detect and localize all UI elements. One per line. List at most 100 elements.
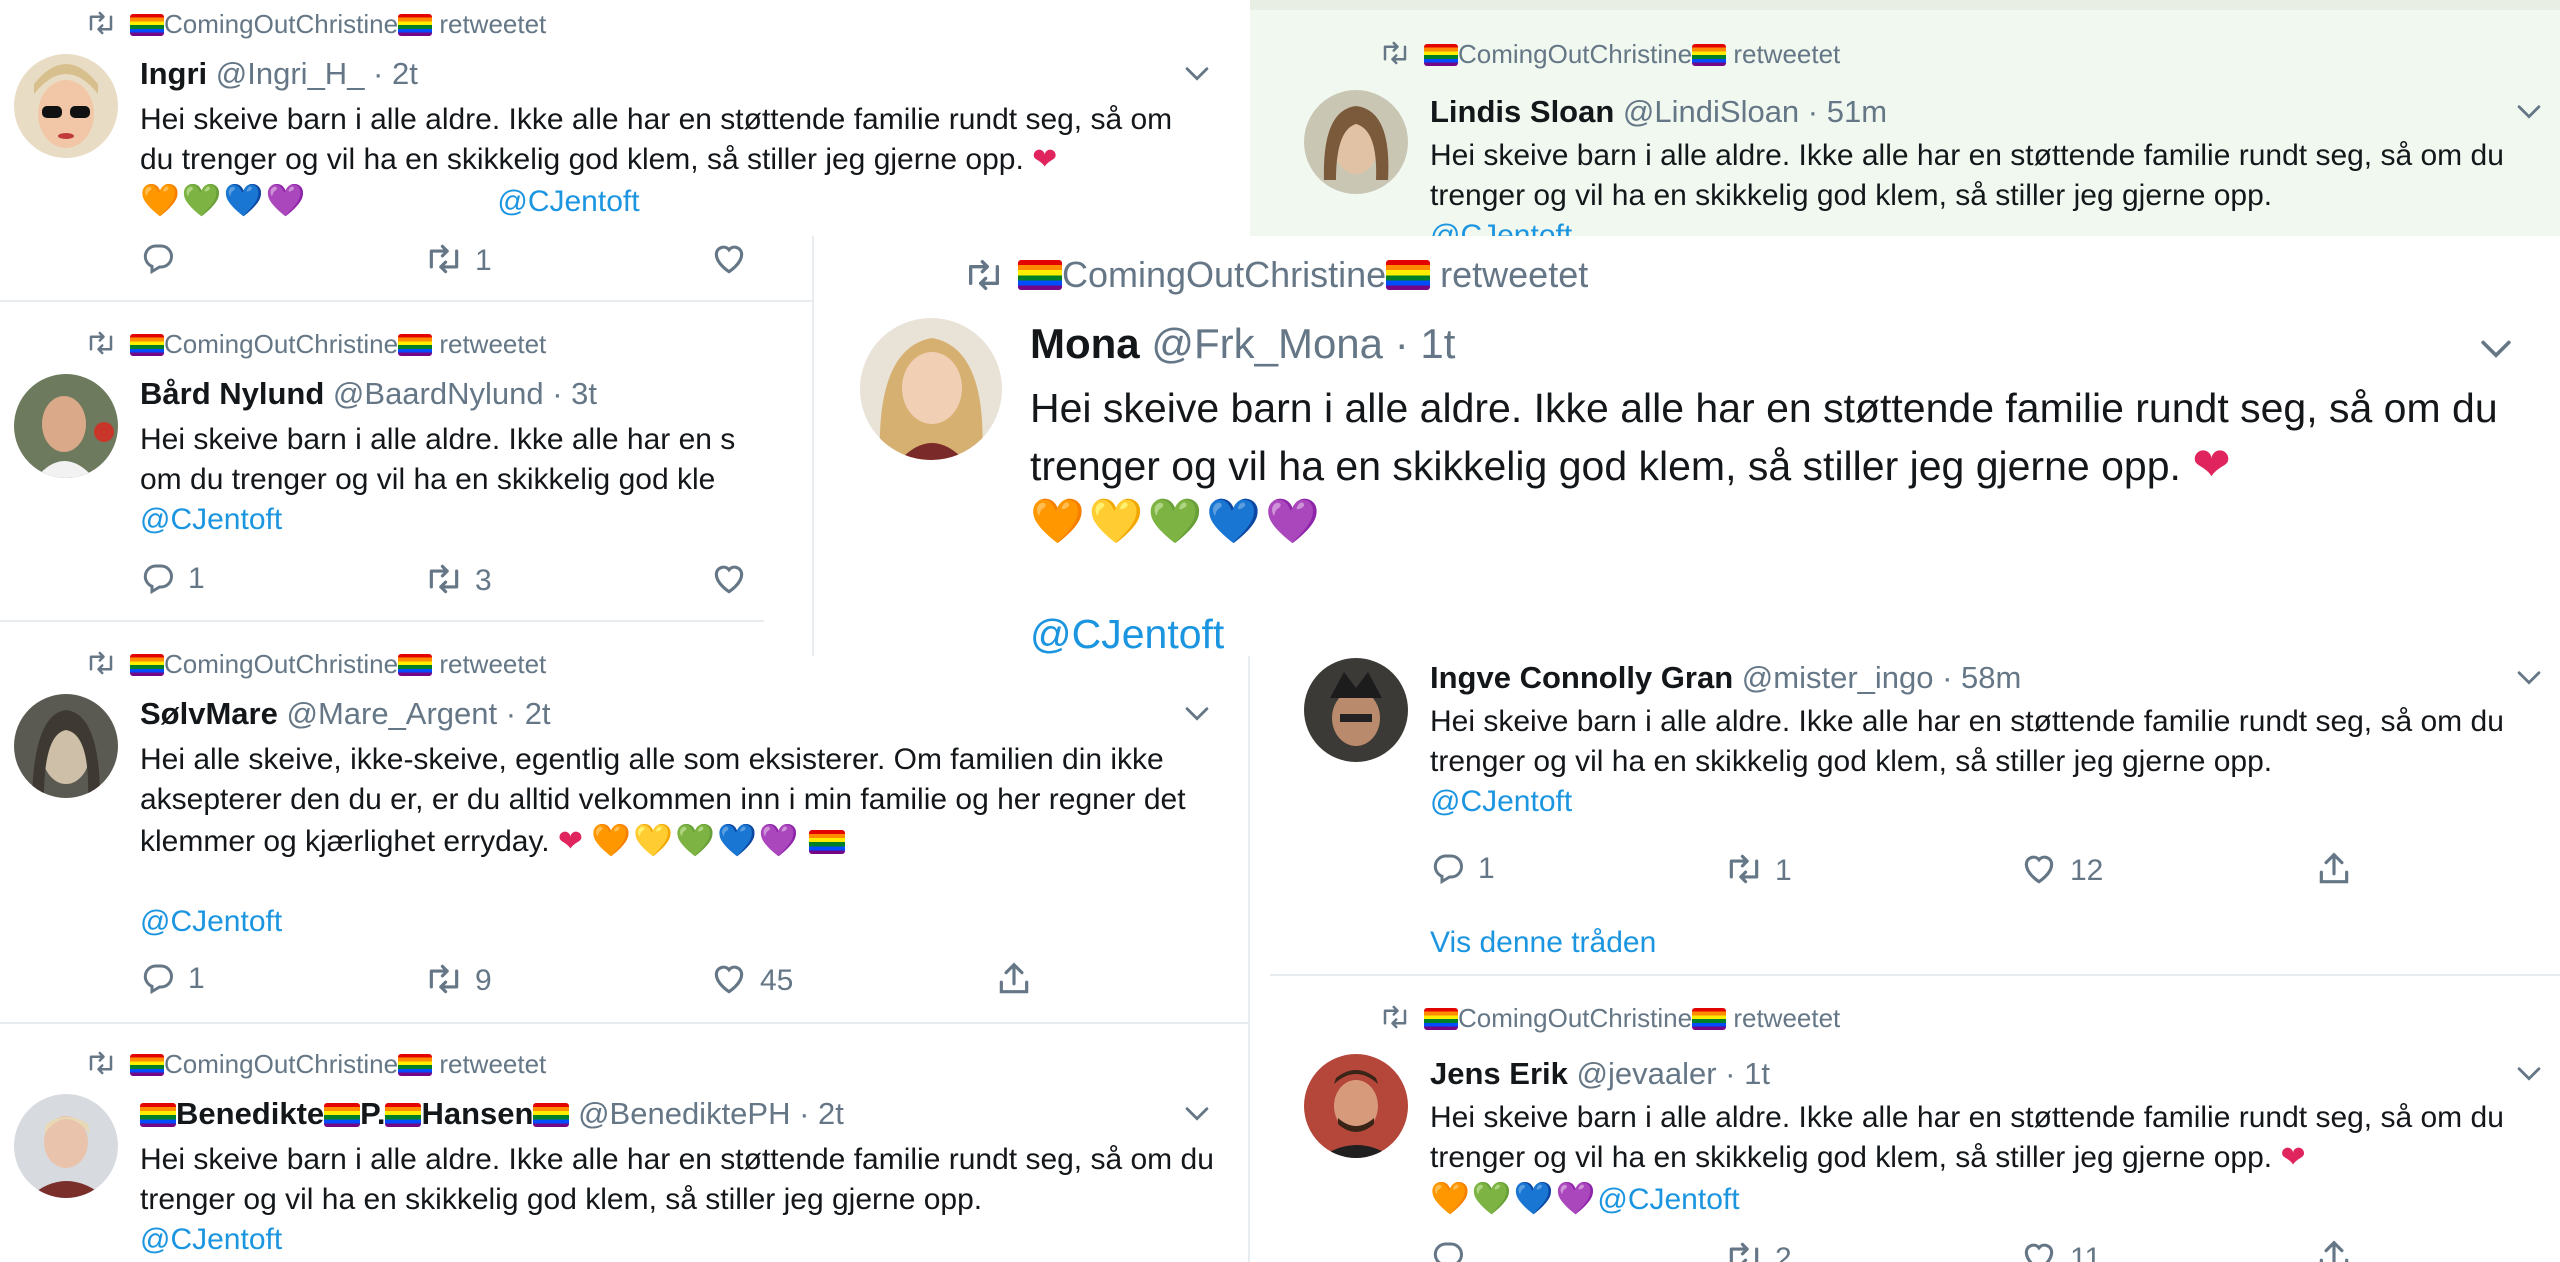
handle-time[interactable]: @BaardNylund · 3t bbox=[333, 376, 597, 411]
retweeted-word: retweetet bbox=[439, 329, 547, 359]
retweet-button[interactable]: 9 bbox=[425, 960, 492, 998]
mention-link[interactable]: @CJentoft bbox=[140, 503, 282, 536]
tweet-text-content: Hei skeive barn i alle aldre. Ikke alle … bbox=[1430, 705, 2504, 778]
handle-time[interactable]: @BenediktePH · 2t bbox=[578, 1096, 844, 1131]
share-button[interactable] bbox=[2315, 850, 2365, 888]
tweet-text-content: Hei skeive barn i alle aldre. Ikke alle … bbox=[140, 103, 1173, 176]
retweeter-name: ComingOutChristine bbox=[164, 649, 399, 679]
display-name[interactable]: Jens Erik bbox=[1430, 1056, 1568, 1091]
retweeter-name: ComingOutChristine bbox=[1458, 1003, 1693, 1033]
pride-flag-icon bbox=[1692, 44, 1727, 66]
red-heart-icon: ❤ bbox=[1032, 143, 1058, 176]
retweet-icon bbox=[1725, 1238, 1763, 1262]
show-thread-link[interactable]: Vis denne tråden bbox=[1430, 926, 1656, 960]
retweet-button[interactable]: 2 bbox=[1725, 1238, 1792, 1262]
retweet-context: ComingOutChristine retweetet bbox=[1380, 1002, 1840, 1034]
chevron-down-icon[interactable] bbox=[1180, 696, 1214, 730]
display-name[interactable]: Ingve Connolly Gran bbox=[1430, 660, 1733, 695]
reply-button[interactable]: 1 bbox=[1430, 850, 1495, 886]
tweet-text: Hei skeive barn i alle aldre. Ikke alle … bbox=[1430, 702, 2540, 822]
display-name[interactable]: Bård Nylund bbox=[140, 376, 324, 411]
pride-flag-icon bbox=[130, 14, 164, 36]
retweet-icon bbox=[86, 8, 116, 38]
pride-flag-icon bbox=[1424, 1008, 1458, 1030]
chevron-down-icon[interactable] bbox=[1180, 56, 1214, 90]
reply-button[interactable] bbox=[140, 240, 188, 276]
chevron-down-icon[interactable] bbox=[1180, 1096, 1214, 1130]
like-button[interactable]: 45 bbox=[710, 960, 793, 998]
like-button[interactable]: 11 bbox=[2020, 1238, 2101, 1262]
display-name[interactable]: Lindis Sloan bbox=[1430, 94, 1614, 129]
like-button[interactable] bbox=[710, 560, 760, 598]
handle-time[interactable]: @Mare_Argent · 2t bbox=[286, 696, 550, 731]
retweet-button[interactable]: 1 bbox=[1725, 850, 1792, 888]
retweet-icon bbox=[425, 240, 463, 278]
tweet-header: Bård Nylund @BaardNylund · 3t bbox=[140, 376, 597, 412]
mention-link[interactable]: @CJentoft bbox=[1030, 611, 1224, 656]
display-name-part[interactable]: Hansen bbox=[421, 1096, 533, 1131]
retweet-icon bbox=[86, 328, 116, 358]
avatar[interactable] bbox=[1304, 90, 1408, 194]
mention-link[interactable]: @CJentoft bbox=[1597, 1183, 1739, 1216]
display-name-part[interactable]: Benedikte bbox=[176, 1096, 324, 1131]
reply-count: 1 bbox=[188, 562, 205, 595]
tweet-lindis[interactable]: ComingOutChristine retweetet Lindis Sloa… bbox=[1250, 0, 2560, 248]
pride-flag-icon bbox=[808, 830, 845, 854]
tweet-header: Benedikte P. Hansen @BenediktePH · 2t bbox=[140, 1096, 844, 1132]
avatar[interactable] bbox=[14, 1094, 118, 1198]
reply-icon bbox=[140, 240, 176, 276]
tweet-jens[interactable]: ComingOutChristine retweetet Jens Erik @… bbox=[1270, 976, 2560, 1262]
display-name[interactable]: Ingri bbox=[140, 56, 207, 91]
avatar[interactable] bbox=[14, 694, 118, 798]
tweet-text: Hei skeive barn i alle aldre. Ikke alle … bbox=[1430, 1098, 2540, 1220]
handle-time[interactable]: @LindiSloan · 51m bbox=[1623, 94, 1887, 129]
like-button[interactable]: 12 bbox=[2020, 850, 2103, 888]
display-name[interactable]: Mona bbox=[1030, 320, 1140, 367]
tweet-baard[interactable]: ComingOutChristine retweetet Bård Nylund… bbox=[0, 302, 764, 622]
avatar[interactable] bbox=[14, 54, 118, 158]
chevron-down-icon[interactable] bbox=[2512, 1056, 2546, 1090]
tweet-solvmare[interactable]: ComingOutChristine retweetet SølvMare @M… bbox=[0, 622, 1248, 1024]
handle-time[interactable]: @jevaaler · 1t bbox=[1577, 1056, 1770, 1091]
retweet-icon bbox=[86, 1048, 116, 1078]
mention-link[interactable]: @CJentoft bbox=[140, 1223, 282, 1256]
share-button[interactable] bbox=[995, 960, 1045, 998]
chevron-down-icon[interactable] bbox=[2512, 94, 2546, 128]
retweet-button[interactable]: 3 bbox=[425, 560, 492, 598]
avatar[interactable] bbox=[1304, 1054, 1408, 1158]
reply-icon bbox=[140, 560, 176, 596]
like-button[interactable] bbox=[710, 240, 760, 278]
reply-button[interactable]: 1 bbox=[140, 560, 205, 596]
tweet-mona[interactable]: ComingOutChristine retweetet Mona @Frk_M… bbox=[812, 236, 2560, 656]
avatar[interactable] bbox=[14, 374, 118, 478]
retweeter-name: ComingOutChristine bbox=[1062, 254, 1387, 295]
tweet-benedikte[interactable]: ComingOutChristine retweetet Benedikte P.… bbox=[0, 1024, 1248, 1262]
handle-time[interactable]: @Ingri_H_ · 2t bbox=[216, 56, 418, 91]
reply-button[interactable]: 1 bbox=[140, 960, 205, 996]
mention-link[interactable]: @CJentoft bbox=[497, 185, 639, 218]
share-icon bbox=[995, 960, 1033, 998]
avatar[interactable] bbox=[1304, 658, 1408, 762]
tweet-ingve[interactable]: Ingve Connolly Gran @mister_ingo · 58m H… bbox=[1270, 640, 2560, 976]
display-name-part[interactable]: P. bbox=[360, 1096, 385, 1131]
pride-flag-icon bbox=[130, 1054, 164, 1076]
avatar[interactable] bbox=[860, 318, 1002, 460]
share-button[interactable] bbox=[2315, 1238, 2365, 1262]
tweet-text: Hei skeive barn i alle aldre. Ikke alle … bbox=[1030, 380, 2530, 656]
display-name[interactable]: SølvMare bbox=[140, 696, 278, 731]
chevron-down-icon[interactable] bbox=[2474, 326, 2518, 370]
handle-time[interactable]: @mister_ingo · 58m bbox=[1742, 660, 2022, 695]
chevron-down-icon[interactable] bbox=[2512, 660, 2546, 694]
like-count: 11 bbox=[2070, 1242, 2102, 1262]
mention-link[interactable]: @CJentoft bbox=[1430, 785, 1572, 818]
retweet-button[interactable]: 1 bbox=[425, 240, 492, 278]
tweet-text: Hei alle skeive, ikke-skeive, egentlig a… bbox=[140, 740, 1220, 942]
handle-time[interactable]: @Frk_Mona · 1t bbox=[1151, 320, 1455, 367]
retweet-count: 1 bbox=[475, 244, 492, 277]
like-count: 45 bbox=[760, 964, 794, 997]
retweet-count: 2 bbox=[1775, 1242, 1792, 1262]
retweeter-name: ComingOutChristine bbox=[164, 9, 399, 39]
reply-button[interactable] bbox=[1430, 1238, 1478, 1262]
retweeted-word: retweetet bbox=[1733, 39, 1841, 69]
mention-link[interactable]: @CJentoft bbox=[140, 905, 282, 938]
